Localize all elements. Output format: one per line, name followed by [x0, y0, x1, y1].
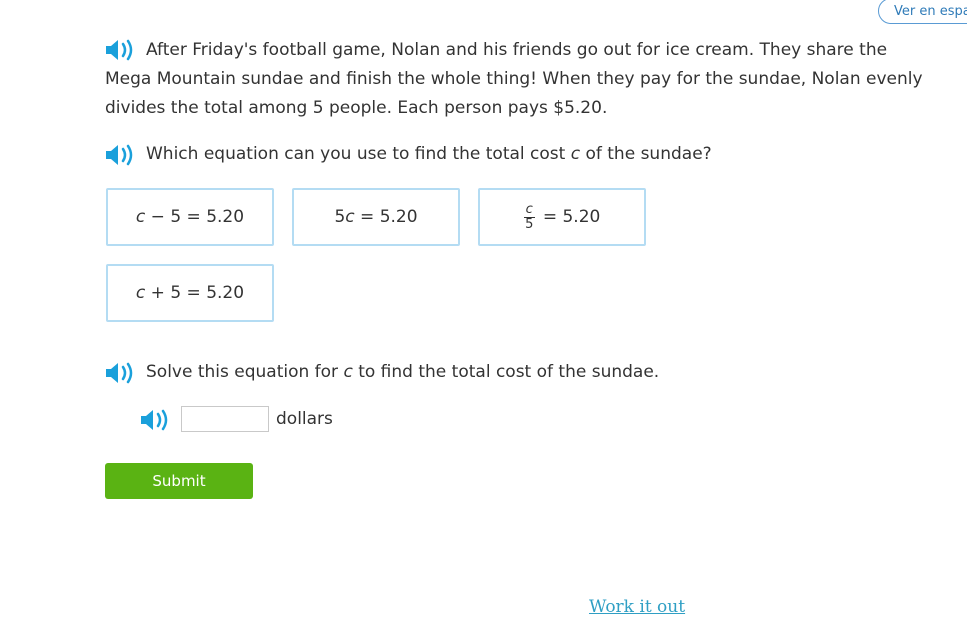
solve-prompt: Solve this equation for c to find the to… — [146, 362, 660, 382]
submit-button[interactable]: Submit — [105, 463, 253, 499]
speaker-icon[interactable] — [139, 408, 173, 432]
speaker-icon[interactable] — [104, 361, 138, 385]
fraction: c 5 — [523, 201, 535, 232]
view-in-spanish-button[interactable]: Ver en español — [878, 0, 967, 24]
answer-input[interactable] — [181, 406, 269, 432]
speaker-icon[interactable] — [104, 143, 138, 167]
choice-c-minus-5[interactable]: c − 5 = 5.20 — [106, 188, 274, 246]
question-text: After Friday's football game, Nolan and … — [105, 40, 923, 118]
choice-c-over-5[interactable]: c 5 = 5.20 — [478, 188, 646, 246]
choice-5c[interactable]: 5c = 5.20 — [292, 188, 460, 246]
work-it-out-link[interactable]: Work it out — [589, 597, 685, 617]
unit-label: dollars — [276, 409, 333, 429]
equation-prompt: Which equation can you use to find the t… — [146, 144, 712, 164]
choice-c-plus-5[interactable]: c + 5 = 5.20 — [106, 264, 274, 322]
